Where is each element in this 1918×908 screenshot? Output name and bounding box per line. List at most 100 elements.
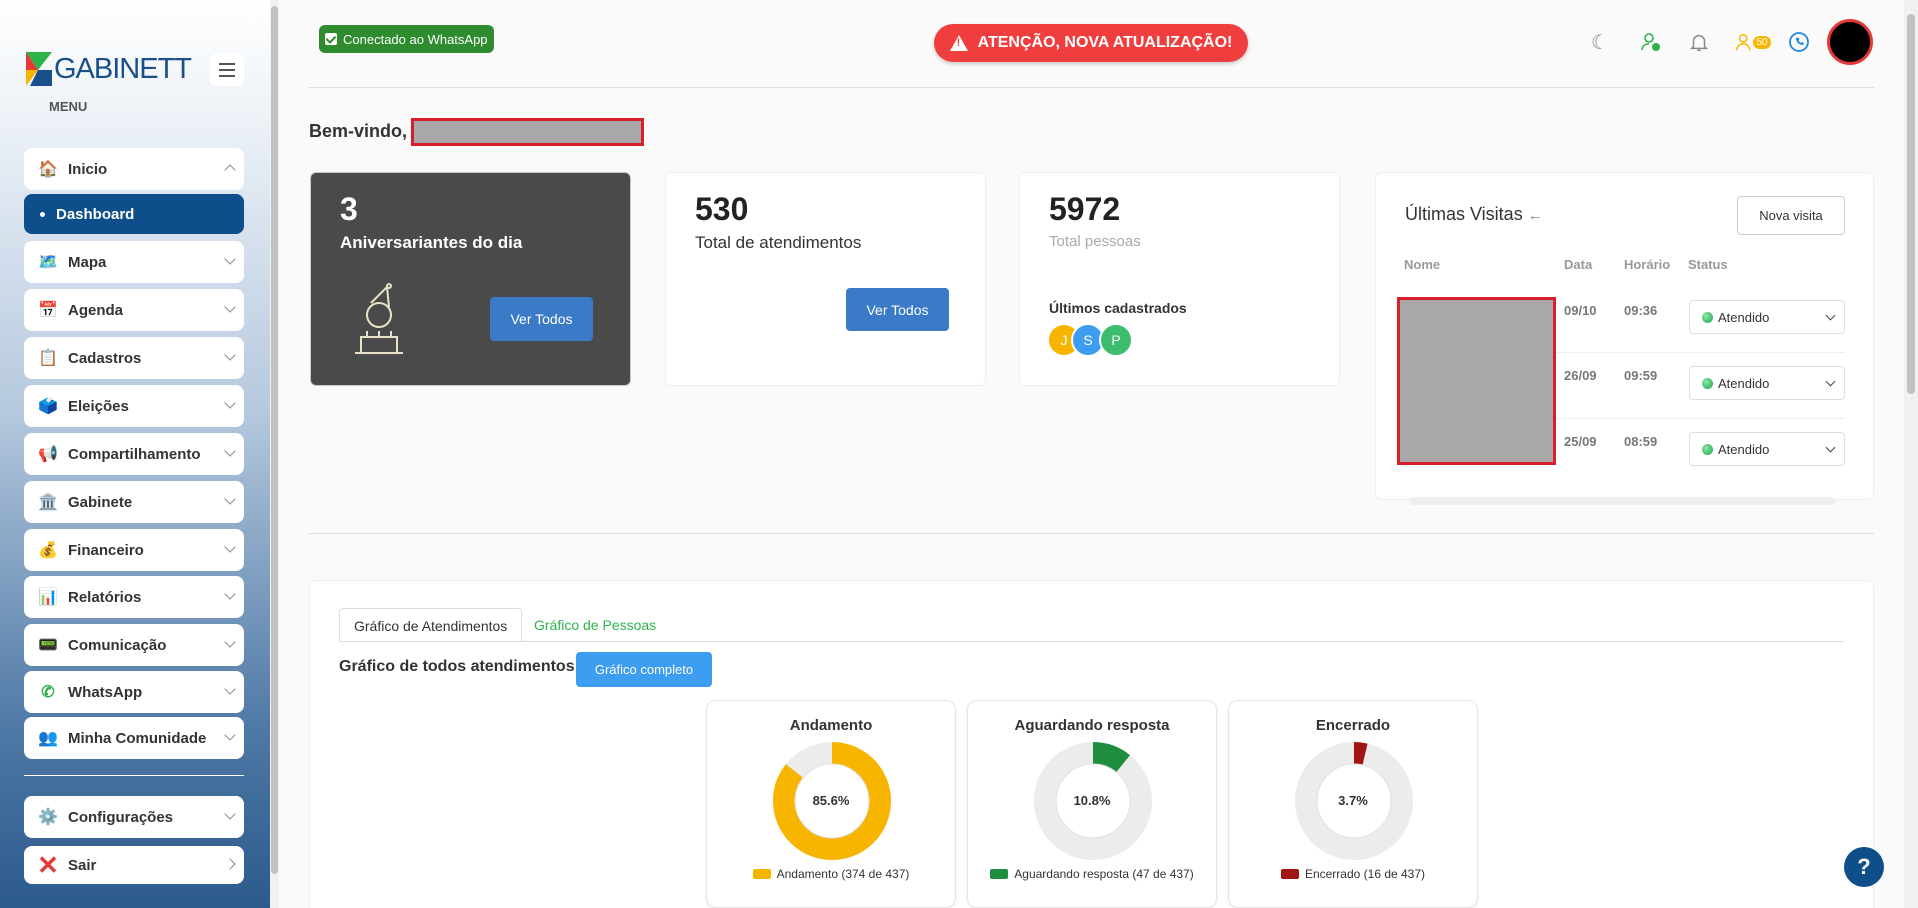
visit-time: 08:59 xyxy=(1624,434,1658,449)
sidebar-item-label: Eleições xyxy=(68,397,129,415)
visit-status-select[interactable]: Atendido xyxy=(1689,366,1845,400)
column-header-data: Data xyxy=(1564,257,1593,272)
donut-legend: Encerrado (16 de 437) xyxy=(1229,867,1477,881)
warning-icon xyxy=(949,35,968,51)
chevron-down-icon xyxy=(224,541,236,553)
section-divider xyxy=(309,533,1874,534)
sidebar-item-whatsapp[interactable]: ✆ WhatsApp xyxy=(24,671,244,713)
ballot-icon: 🗳️ xyxy=(38,398,58,415)
column-header-horario: Horário xyxy=(1624,257,1671,272)
donut-card-andamento: Andamento 85.6% Andamento (374 de 437) xyxy=(706,700,956,908)
redacted-visitor-names xyxy=(1397,297,1556,465)
sidebar-item-mapa[interactable]: 🗺️ Mapa xyxy=(24,241,244,283)
page-scrollbar[interactable] xyxy=(1904,0,1918,908)
chevron-down-icon xyxy=(1825,376,1836,387)
new-visit-button[interactable]: Nova visita xyxy=(1737,196,1845,235)
full-chart-button[interactable]: Gráfico completo xyxy=(576,652,712,687)
moon-icon[interactable]: ☾ xyxy=(1586,28,1614,56)
redacted-username xyxy=(411,118,644,146)
donut-percent: 10.8% xyxy=(1073,793,1111,808)
donut-percent: 85.6% xyxy=(812,793,850,808)
birthday-person-icon xyxy=(347,281,411,362)
sidebar-item-label: Inicio xyxy=(68,160,108,178)
sidebar-scrollbar[interactable] xyxy=(270,0,279,908)
bar-chart-icon: 📊 xyxy=(38,589,58,606)
sidebar-item-label: Relatórios xyxy=(68,588,142,606)
tab-grafico-pessoas[interactable]: Gráfico de Pessoas xyxy=(520,608,670,642)
sidebar-item-comunicacao[interactable]: 📟 Comunicação xyxy=(24,624,244,666)
user-avatar[interactable] xyxy=(1827,19,1873,65)
sidebar-item-sair[interactable]: ✕ Sair xyxy=(24,846,244,884)
visits-horizontal-scrollbar[interactable] xyxy=(1409,497,1835,505)
recent-person-avatar[interactable]: P xyxy=(1099,323,1133,357)
sidebar-item-dashboard[interactable]: Dashboard xyxy=(24,194,244,234)
map-icon: 🗺️ xyxy=(38,254,58,271)
attendances-view-all-button[interactable]: Ver Todos xyxy=(846,288,949,331)
visit-time: 09:36 xyxy=(1624,303,1658,318)
visit-status-select[interactable]: Atendido xyxy=(1689,300,1845,334)
sidebar-item-label: Financeiro xyxy=(68,541,144,559)
help-button[interactable]: ? xyxy=(1844,847,1884,887)
sidebar-item-label: Configurações xyxy=(68,808,174,826)
donut-legend: Andamento (374 de 437) xyxy=(707,867,955,881)
sidebar-item-label: Agenda xyxy=(68,301,124,319)
birthdays-card: 3 Aniversariantes do dia Ver Todos xyxy=(310,172,631,386)
whatsapp-icon[interactable] xyxy=(1785,28,1813,56)
chevron-down-icon xyxy=(224,253,236,265)
chevron-down-icon xyxy=(224,445,236,457)
update-alert-button[interactable]: ATENÇÃO, NOVA ATUALIZAÇÃO! xyxy=(934,24,1248,62)
donut-title: Andamento xyxy=(789,717,873,734)
sidebar-item-gabinete[interactable]: 🏛️ Gabinete xyxy=(24,481,244,523)
birthdays-view-all-button[interactable]: Ver Todos xyxy=(490,297,593,341)
sidebar-item-inicio[interactable]: 🏠 Inicio xyxy=(24,148,244,190)
menu-label: MENU xyxy=(49,99,88,114)
column-header-nome: Nome xyxy=(1404,257,1441,272)
chevron-down-icon xyxy=(224,636,236,648)
tab-grafico-atendimentos[interactable]: Gráfico de Atendimentos xyxy=(339,608,523,642)
logo-mark-icon xyxy=(24,50,54,88)
visit-status-select[interactable]: Atendido xyxy=(1689,432,1845,466)
donut-percent: 3.7% xyxy=(1338,793,1368,808)
attendances-card: 530 Total de atendimentos Ver Todos xyxy=(665,172,986,386)
sidebar-item-label: Comunicação xyxy=(68,636,167,654)
sidebar-item-label: WhatsApp xyxy=(68,683,143,701)
menu-toggle-button[interactable] xyxy=(210,54,244,86)
status-dot-icon xyxy=(1702,312,1713,323)
x-icon: ✕ xyxy=(37,849,59,880)
birthdays-label: Aniversariantes do dia xyxy=(340,233,523,252)
welcome-text: Bem-vindo, xyxy=(309,121,408,141)
chevron-down-icon xyxy=(224,349,236,361)
chevron-right-icon xyxy=(224,858,236,870)
visit-date: 26/09 xyxy=(1564,368,1597,383)
building-icon: 🏛️ xyxy=(38,494,58,511)
sidebar-item-financeiro[interactable]: 💰 Financeiro xyxy=(24,529,244,571)
sidebar-item-configuracoes[interactable]: ⚙️ Configurações xyxy=(24,796,244,838)
dialpad-icon: 📟 xyxy=(38,637,58,654)
chevron-down-icon xyxy=(1825,442,1836,453)
whatsapp-icon: ✆ xyxy=(41,684,55,701)
sidebar: GABINETT MENU 🏠 Inicio Dashboard 🗺️ Mapa… xyxy=(0,0,279,908)
whatsapp-status-text: Conectado ao WhatsApp xyxy=(343,31,488,47)
birthdays-count: 3 xyxy=(340,191,358,227)
sidebar-divider xyxy=(24,775,244,776)
gabinett-logo[interactable]: GABINETT xyxy=(24,50,192,88)
latest-visits-title: Últimas Visitas ← xyxy=(1405,204,1543,224)
user-check-icon[interactable] xyxy=(1637,28,1665,56)
sidebar-item-agenda[interactable]: 📅 Agenda xyxy=(24,289,244,331)
donut-card-aguardando: Aguardando resposta 10.8% Aguardando res… xyxy=(967,700,1217,908)
sidebar-item-eleicoes[interactable]: 🗳️ Eleições xyxy=(24,385,244,427)
sidebar-item-label: Sair xyxy=(68,856,97,874)
chevron-down-icon xyxy=(224,301,236,313)
sidebar-item-label: Minha Comunidade xyxy=(68,729,207,747)
sidebar-item-minha-comunidade[interactable]: 👥 Minha Comunidade xyxy=(24,717,244,759)
chevron-down-icon xyxy=(224,588,236,600)
sidebar-item-compartilhamento[interactable]: 📢 Compartilhamento xyxy=(24,433,244,475)
sidebar-item-relatorios[interactable]: 📊 Relatórios xyxy=(24,576,244,618)
sidebar-item-cadastros[interactable]: 📋 Cadastros xyxy=(24,337,244,379)
chevron-down-icon xyxy=(224,493,236,505)
users-badge-icon[interactable]: 50 xyxy=(1733,28,1773,56)
status-dot-icon xyxy=(1702,444,1713,455)
check-icon xyxy=(325,33,337,45)
bell-icon[interactable] xyxy=(1685,28,1713,56)
column-header-status: Status xyxy=(1688,257,1728,272)
